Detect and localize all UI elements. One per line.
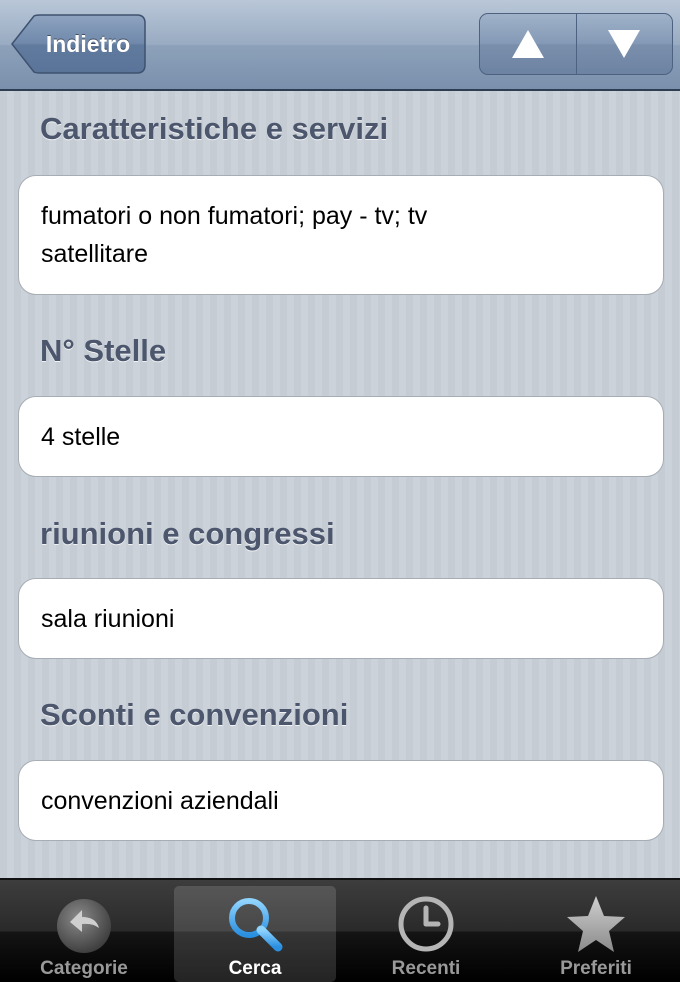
stars-value-text: 4 stelle <box>41 422 121 451</box>
next-button[interactable] <box>575 14 673 74</box>
back-button[interactable]: Indietro <box>10 14 146 74</box>
tab-recenti-label: Recenti <box>391 958 461 979</box>
meetings-value-card: sala riunioni <box>18 578 664 659</box>
tab-recenti[interactable]: Recenti <box>345 886 507 982</box>
back-button-label: Indietro <box>45 31 131 57</box>
discounts-value-card: convenzioni aziendali <box>18 760 664 841</box>
triangle-down-icon <box>608 30 641 58</box>
section-title-services: Caratteristiche e servizi <box>40 111 389 146</box>
tab-categorie[interactable]: Categorie <box>3 886 165 982</box>
tab-preferiti-label: Preferiti <box>560 958 632 979</box>
magnifier-icon <box>229 898 283 952</box>
tab-cerca[interactable]: Cerca <box>174 886 336 982</box>
record-navigation-control <box>479 13 673 75</box>
tab-bar: Categorie Cerca Recenti Preferiti <box>0 878 680 982</box>
tab-cerca-label: Cerca <box>228 958 282 979</box>
clock-icon <box>398 896 454 952</box>
previous-button[interactable] <box>480 14 576 74</box>
navigation-bar: Indietro <box>0 0 680 91</box>
section-title-stars: N° Stelle <box>40 333 167 368</box>
services-value-line-2: satellitare <box>41 240 148 268</box>
services-value-card: fumatori o non fumatori; pay - tv; tv sa… <box>18 175 664 295</box>
services-value-text: fumatori o non fumatori; pay - tv; tv sa… <box>41 197 427 273</box>
tab-categorie-label: Categorie <box>40 958 128 979</box>
section-title-discounts: Sconti e convenzioni <box>40 697 349 732</box>
section-title-meetings: riunioni e congressi <box>40 516 335 551</box>
meetings-value-text: sala riunioni <box>41 604 175 633</box>
discounts-value-text: convenzioni aziendali <box>41 786 279 815</box>
tab-preferiti[interactable]: Preferiti <box>515 886 677 982</box>
stars-value-card: 4 stelle <box>18 396 664 477</box>
services-value-line-1: fumatori o non fumatori; pay - tv; tv <box>41 202 428 230</box>
back-arrow-icon <box>57 899 111 953</box>
triangle-up-icon <box>511 30 544 58</box>
detail-content[interactable]: Caratteristiche e servizi fumatori o non… <box>0 93 680 878</box>
star-icon <box>567 896 625 952</box>
